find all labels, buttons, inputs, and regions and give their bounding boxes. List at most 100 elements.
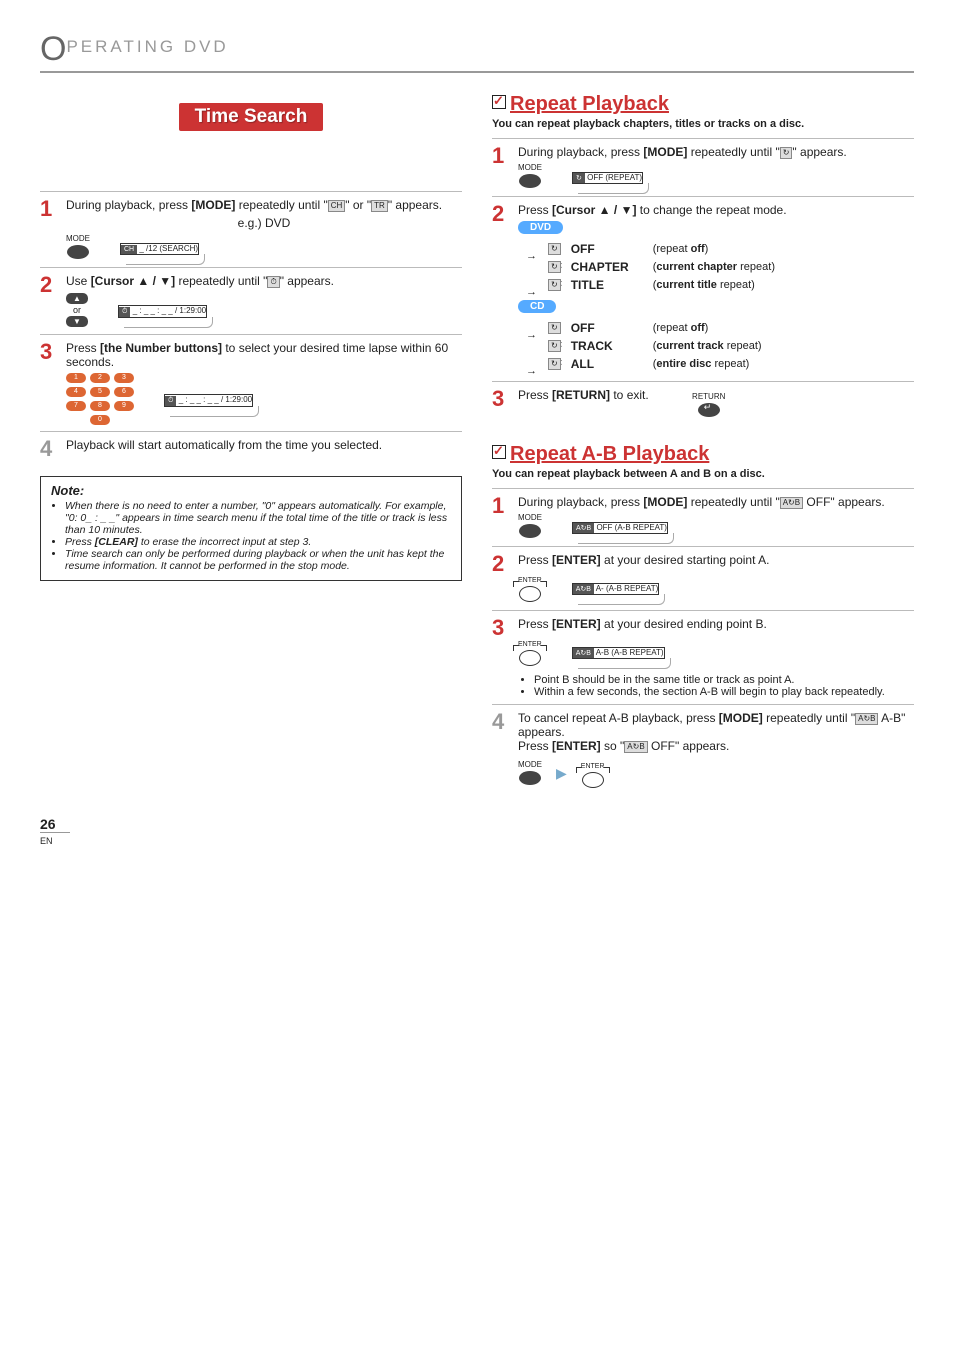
- note-box: Note: When there is no need to enter a n…: [40, 476, 462, 581]
- mode-label: MODE: [518, 163, 542, 172]
- text-bold: [MODE]: [643, 145, 687, 159]
- text: Press: [518, 553, 552, 567]
- mode-label: TRACK: [571, 339, 643, 353]
- text: OFF" appears.: [803, 495, 885, 509]
- osd-display: CH _ /12 (SEARCH): [120, 240, 199, 255]
- tr-chip: TR: [371, 200, 388, 212]
- enter-label: ENTER: [518, 577, 542, 584]
- repeat-step-3: 3 Press [RETURN] to exit. RETURN ↵: [492, 381, 914, 425]
- check-icon: [492, 95, 506, 109]
- text: During playback, press: [518, 495, 643, 509]
- time-step-2: 2 Use [Cursor ▲ / ▼] repeatedly until "⏱…: [40, 267, 462, 334]
- step-number: 2: [40, 274, 58, 328]
- ab-chip: A↻B: [780, 497, 803, 509]
- mode-label: ALL: [571, 357, 643, 371]
- cursor-keys-graphic: ▲ or ▼: [66, 292, 88, 328]
- time-search-heading: Time Search: [179, 103, 324, 131]
- text: repeatedly until ": [235, 198, 327, 212]
- text: Use: [66, 274, 91, 288]
- mode-label: CHAPTER: [571, 260, 643, 274]
- text-bold: [RETURN]: [552, 388, 610, 402]
- subheading: You can repeat playback between A and B …: [492, 468, 914, 480]
- heading-text: Repeat Playback: [510, 93, 669, 115]
- text-bold: [MODE]: [191, 198, 235, 212]
- osd-display: A↻B A-B (A-B REPEAT): [572, 644, 665, 659]
- repeat-heading: Repeat Playback: [492, 93, 914, 116]
- text: Playback will start automatically from t…: [66, 438, 462, 460]
- osd-display: ↻ OFF (REPEAT): [572, 169, 643, 184]
- clock-chip: ⏱: [267, 276, 279, 288]
- return-label: RETURN: [692, 392, 725, 401]
- text: Press: [518, 739, 552, 753]
- step-number: 2: [492, 553, 510, 604]
- note-item: When there is no need to enter a number,…: [65, 500, 451, 536]
- osd-display: A↻B OFF (A-B REPEAT): [572, 519, 668, 534]
- bullet: Within a few seconds, the section A-B wi…: [534, 686, 914, 698]
- osd-text: OFF (REPEAT): [587, 173, 642, 182]
- subheading: You can repeat playback chapters, titles…: [492, 118, 914, 130]
- heading-text: Repeat A-B Playback: [510, 443, 709, 465]
- note-title: Note:: [51, 483, 451, 498]
- lang-label: EN: [40, 836, 53, 846]
- text-bold: [MODE]: [719, 711, 763, 725]
- mode-item: →↻ OFF(repeat off)↕: [548, 321, 914, 335]
- mode-item: ↻ CHAPTER(current chapter repeat)↕: [548, 260, 914, 274]
- text: repeatedly until ": [175, 274, 267, 288]
- eg-label: e.g.) DVD: [66, 216, 462, 230]
- osd-text: OFF (A-B REPEAT): [596, 523, 667, 532]
- mode-item: ↻ TRACK(current track repeat)↕: [548, 339, 914, 353]
- text-bold: [ENTER]: [552, 739, 601, 753]
- enter-button-graphic: ENTER: [518, 571, 542, 604]
- osd-display: A↻B A- (A-B REPEAT): [572, 580, 660, 595]
- text-bold: [ENTER]: [552, 553, 601, 567]
- number-pad-graphic: 123 456 789 0: [66, 373, 134, 425]
- text: Press: [518, 617, 552, 631]
- time-step-1: 1 During playback, press [MODE] repeated…: [40, 191, 462, 267]
- arrow-icon: ▶: [556, 765, 567, 782]
- return-button-graphic: RETURN ↵: [692, 392, 725, 419]
- osd-text: _ : _ _ : _ _ / 1:29:00: [133, 306, 206, 315]
- left-column: Time Search 1 During playback, press [MO…: [40, 83, 462, 796]
- osd-display: ⏱ _ : _ _ : _ _ / 1:29:00: [164, 391, 253, 407]
- bullet: Point B should be in the same title or t…: [534, 674, 914, 686]
- text: repeatedly until ": [687, 495, 779, 509]
- repeat-ab-heading: Repeat A-B Playback: [492, 443, 914, 466]
- ab-chip: A↻B: [855, 713, 878, 725]
- mode-label: MODE: [518, 760, 542, 769]
- page-number: 26: [40, 816, 56, 832]
- cd-pill: CD: [518, 300, 556, 313]
- step-number: 1: [492, 145, 510, 190]
- ab-chip: A↻B: [624, 741, 647, 753]
- text: To cancel repeat A-B playback, press: [518, 711, 719, 725]
- text: Press: [518, 203, 552, 217]
- text: so ": [601, 739, 625, 753]
- header-title: PERATING DVD: [66, 37, 228, 56]
- ab-step-1: 1 During playback, press [MODE] repeated…: [492, 488, 914, 546]
- ab-step-2: 2 Press [ENTER] at your desired starting…: [492, 546, 914, 610]
- page-footer: 26 EN: [40, 816, 914, 847]
- step-number: 3: [40, 341, 58, 425]
- text: Press: [66, 341, 100, 355]
- text: " appears.: [388, 198, 442, 212]
- dvd-pill: DVD: [518, 221, 563, 234]
- text-bold: [Cursor ▲ / ▼]: [91, 274, 175, 288]
- or-label: or: [66, 305, 88, 315]
- ab-step-3: 3 Press [ENTER] at your desired ending p…: [492, 610, 914, 704]
- mode-button-graphic: MODE: [518, 760, 542, 787]
- repeat-step-2: 2 Press [Cursor ▲ / ▼] to change the rep…: [492, 196, 914, 381]
- text: Press: [518, 388, 552, 402]
- ch-chip: CH: [328, 200, 346, 212]
- note-item: Press [CLEAR] to erase the incorrect inp…: [65, 536, 451, 548]
- repeat-chip: ↻: [780, 147, 793, 159]
- osd-text: A-B (A-B REPEAT): [596, 648, 664, 657]
- mode-button-graphic: MODE: [66, 234, 90, 261]
- text: " appears.: [792, 145, 846, 159]
- time-step-3: 3 Press [the Number buttons] to select y…: [40, 334, 462, 431]
- text: repeatedly until ": [763, 711, 855, 725]
- text-bold: [Cursor ▲ / ▼]: [552, 203, 636, 217]
- text-bold: [ENTER]: [552, 617, 601, 631]
- step-number: 4: [492, 711, 510, 790]
- text: to exit.: [610, 388, 649, 402]
- text: " appears.: [280, 274, 334, 288]
- enter-button-graphic: ENTER: [518, 635, 542, 668]
